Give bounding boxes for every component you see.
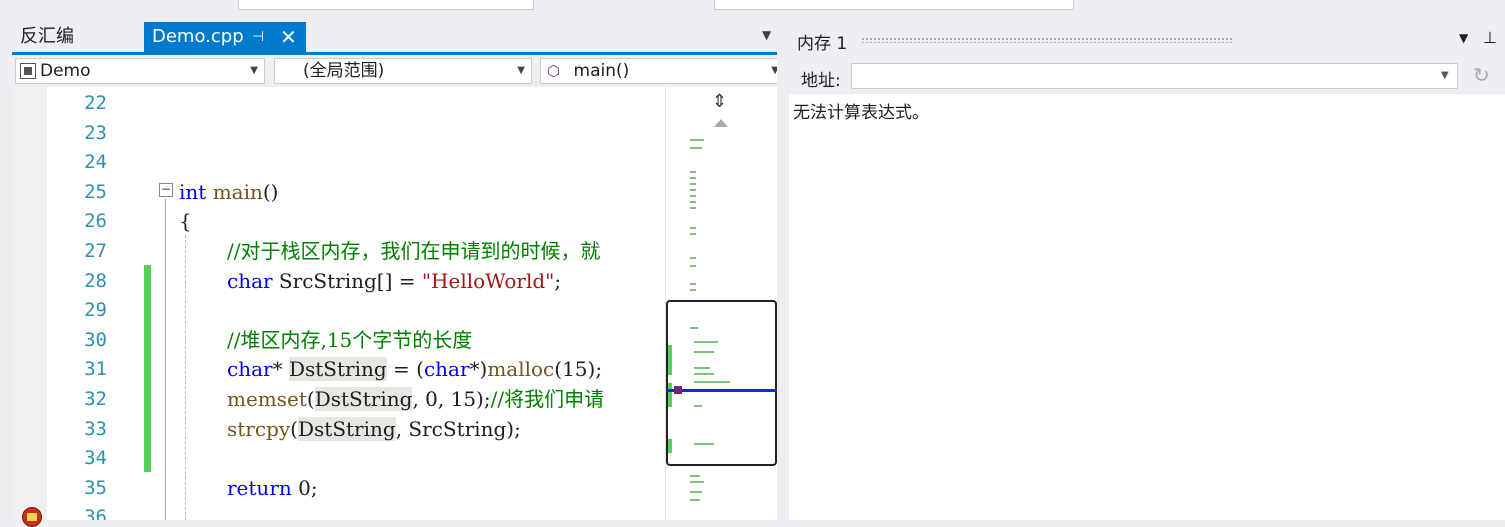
code-line: 35 return 0; bbox=[84, 475, 318, 500]
left-edge bbox=[0, 87, 12, 520]
refresh-icon[interactable]: ↻ bbox=[1473, 63, 1490, 87]
minimap-breakpoint-marker bbox=[674, 386, 682, 394]
code-line: 22 bbox=[84, 92, 107, 114]
chevron-down-icon: ▼ bbox=[250, 65, 258, 76]
minimap-viewport[interactable] bbox=[666, 300, 777, 466]
memory-window-title: 内存 1 bbox=[797, 34, 848, 54]
project-label: Demo bbox=[40, 61, 91, 81]
code-line: 30//堆区内存,15个字节的长度 bbox=[84, 327, 473, 352]
code-line: 36 bbox=[84, 506, 107, 520]
code-editor[interactable]: − 22 23 24 25 int main() 26{ 27//对于栈区内存，我… bbox=[47, 87, 665, 520]
function-cube-icon: ⬡ bbox=[547, 62, 561, 80]
tab-disassembly[interactable]: 反汇编 bbox=[12, 22, 82, 52]
chevron-down-icon[interactable]: ▼ bbox=[1441, 70, 1449, 81]
memory-error-message: 无法计算表达式。 bbox=[793, 103, 929, 123]
address-input[interactable] bbox=[851, 63, 1458, 89]
tab-demo-cpp[interactable]: Demo.cpp ⊣ ✕ bbox=[144, 22, 306, 52]
code-line: 33 strcpy(DstString, SrcString); bbox=[84, 416, 521, 441]
pane-splitter[interactable] bbox=[777, 22, 789, 520]
project-icon bbox=[20, 63, 36, 79]
tab-label: Demo.cpp bbox=[152, 26, 244, 47]
code-line: 27//对于栈区内存，我们在申请到的时候，就 bbox=[84, 239, 601, 263]
memory-window-title-bar: 内存 1 ▼ ⊥ bbox=[789, 22, 1505, 58]
address-label: 地址: bbox=[801, 71, 841, 91]
code-line: 26{ bbox=[84, 209, 192, 234]
tab-list-dropdown-icon[interactable]: ▼ bbox=[762, 28, 771, 42]
scrollbar-minimap[interactable]: ⇕ bbox=[665, 87, 777, 520]
function-combo[interactable]: ⬡ main() ▼ bbox=[540, 58, 786, 84]
chevron-down-icon: ▼ bbox=[517, 65, 525, 76]
window-menu-dropdown-icon[interactable]: ▼ bbox=[1459, 31, 1468, 45]
glyph-margin[interactable] bbox=[12, 87, 47, 527]
code-line: 23 bbox=[84, 121, 107, 144]
code-line: 25 int main() bbox=[84, 179, 279, 204]
title-grip[interactable] bbox=[861, 37, 1233, 43]
toolbar-combo-1[interactable] bbox=[238, 0, 534, 10]
code-line: 31 char* DstString = (char*)malloc(15); bbox=[84, 357, 603, 382]
top-toolbar bbox=[0, 0, 1505, 12]
pin-icon[interactable]: ⊣ bbox=[252, 22, 264, 52]
minimap-caret-line bbox=[666, 389, 777, 392]
breakpoint-arrow-icon[interactable] bbox=[22, 507, 42, 527]
pin-icon[interactable]: ⊥ bbox=[1483, 28, 1497, 47]
code-line: 32 memset(DstString, 0, 15);//将我们申请 bbox=[84, 387, 605, 411]
memory-content[interactable]: 无法计算表达式。 bbox=[789, 94, 1505, 520]
code-line: 29 bbox=[84, 299, 107, 322]
code-line: 34 bbox=[84, 447, 107, 470]
scope-label: (全局范围) bbox=[303, 61, 385, 81]
split-icon[interactable]: ⇕ bbox=[712, 91, 727, 112]
scroll-up-icon[interactable] bbox=[714, 119, 728, 127]
close-icon[interactable]: ✕ bbox=[280, 22, 297, 52]
code-line: 24 bbox=[84, 151, 107, 174]
editor-tab-row: 反汇编 Demo.cpp ⊣ ✕ ▼ bbox=[0, 22, 785, 52]
function-label: main() bbox=[573, 61, 630, 81]
scope-combo[interactable]: (全局范围) ▼ bbox=[274, 58, 532, 84]
memory-address-bar: 地址: ▼ ↻ bbox=[789, 58, 1505, 94]
toolbar-combo-2[interactable] bbox=[714, 0, 1074, 10]
navigation-bar: Demo ▼ (全局范围) ▼ ⬡ main() ▼ bbox=[12, 55, 786, 87]
project-combo[interactable]: Demo ▼ bbox=[15, 58, 265, 84]
code-line: 28 char SrcString[] = "HelloWorld"; bbox=[84, 268, 562, 293]
